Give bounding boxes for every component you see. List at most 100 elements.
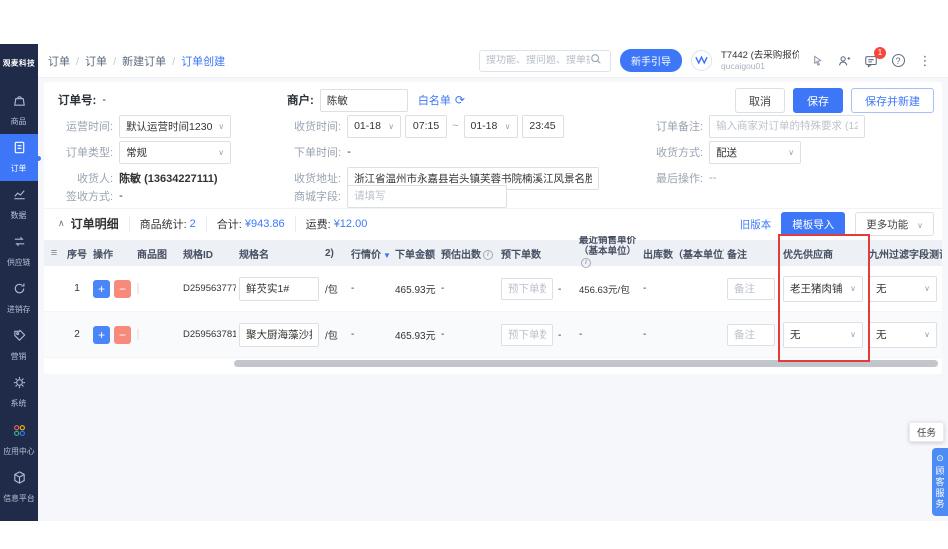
order-no-value: - bbox=[102, 94, 107, 106]
col-spec-name: 规格名 bbox=[239, 249, 269, 261]
order-time-field: 下单时间: - bbox=[294, 140, 351, 164]
delete-row-button[interactable]: − bbox=[114, 279, 131, 298]
task-widget[interactable]: 任务 bbox=[908, 422, 944, 442]
mall-field-input[interactable] bbox=[347, 184, 508, 208]
user-info[interactable]: T7442 (去采购报价单... qucaigou01 bbox=[721, 50, 799, 72]
product-image[interactable] bbox=[137, 283, 139, 294]
pointer-icon[interactable] bbox=[808, 52, 826, 70]
priority-supplier-select[interactable]: 老王猪肉铺 ∨ bbox=[783, 275, 863, 302]
jiuzhou-filter-select[interactable]: 无 ∨ bbox=[869, 275, 937, 302]
save-button[interactable]: 保存 bbox=[793, 88, 843, 113]
old-version-link[interactable]: 旧版本 bbox=[740, 217, 772, 232]
chevron-down-icon: ∨ bbox=[924, 284, 930, 293]
template-import-button[interactable]: 模板导入 bbox=[781, 212, 846, 236]
receive-time-end-input[interactable] bbox=[521, 114, 564, 138]
add-row-button[interactable]: + bbox=[93, 325, 110, 344]
last-operate-field: 最后操作: -- bbox=[656, 166, 716, 190]
chevron-down-icon: ∨ bbox=[850, 284, 856, 293]
cell-est-output: - bbox=[441, 329, 445, 340]
delete-row-button[interactable]: − bbox=[114, 325, 131, 344]
sidebar-item-info-platform[interactable]: 信息平台 bbox=[0, 464, 38, 511]
order-no-field: 订单号: - bbox=[58, 88, 106, 112]
global-search[interactable] bbox=[479, 49, 611, 72]
horizontal-scrollbar[interactable] bbox=[234, 360, 938, 367]
message-icon[interactable]: 1 bbox=[862, 46, 886, 70]
breadcrumb-item[interactable]: 新建订单 bbox=[122, 53, 181, 69]
spec-name-input[interactable] bbox=[239, 276, 319, 301]
more-menu-icon[interactable]: ⋮ bbox=[916, 52, 934, 70]
cancel-button[interactable]: 取消 bbox=[735, 88, 785, 113]
sidebar-bottom: 应用中心 信息平台 bbox=[0, 417, 38, 511]
remark-input[interactable] bbox=[727, 277, 775, 300]
order-remark-input[interactable] bbox=[709, 114, 866, 138]
receive-time-label: 收货时间: bbox=[294, 121, 342, 133]
customer-service-tab[interactable]: ⊙ 顾客服务 bbox=[932, 448, 948, 516]
detail-actions: 旧版本 模板导入 更多功能 ∨ bbox=[740, 212, 934, 236]
sidebar-item-orders[interactable]: 订单 bbox=[0, 134, 41, 181]
tag-icon bbox=[12, 328, 27, 348]
total-value: ¥943.86 bbox=[244, 217, 285, 230]
refresh-icon[interactable]: ⟳ bbox=[455, 93, 465, 107]
sidebar-item-goods[interactable]: 商品 bbox=[0, 87, 38, 134]
col-market-price[interactable]: 行情价 ▼ bbox=[348, 246, 392, 261]
sidebar-nav: 商品 订单 数据 供应链 进销存 营销 系统 bbox=[0, 87, 41, 416]
whitelist-link[interactable]: 白名单 bbox=[418, 92, 451, 108]
cell-unit: /包 bbox=[325, 285, 338, 296]
breadcrumb-item[interactable]: 订单 bbox=[85, 53, 122, 69]
cell-order-amount: 465.93元 bbox=[395, 285, 436, 296]
receive-date-start-select[interactable]: 01-18 ∨ bbox=[347, 114, 402, 138]
pre-order-input[interactable] bbox=[501, 323, 553, 346]
collapse-icon[interactable]: ∧ bbox=[58, 218, 65, 229]
contact-icon[interactable] bbox=[835, 52, 853, 70]
cell-seq: 2 bbox=[74, 329, 80, 340]
avatar[interactable] bbox=[691, 50, 712, 71]
sidebar-item-inventory[interactable]: 进销存 bbox=[0, 275, 38, 322]
column-settings-icon[interactable]: ≡ bbox=[44, 247, 64, 259]
receive-time-start-input[interactable] bbox=[405, 114, 448, 138]
col-order-amount: 下单金额 bbox=[395, 249, 435, 261]
priority-supplier-select[interactable]: 无 ∨ bbox=[783, 321, 863, 348]
help-icon[interactable]: ? bbox=[889, 52, 907, 70]
add-row-button[interactable]: + bbox=[93, 279, 110, 298]
sidebar-item-marketing[interactable]: 营销 bbox=[0, 322, 38, 369]
spec-name-input[interactable] bbox=[239, 322, 319, 347]
breadcrumb-item[interactable]: 订单 bbox=[48, 53, 85, 69]
main-content: 订单号: - 商户: 白名单 ⟳ 取消 保存 保存并新建 运营时间: 默认运营时… bbox=[38, 78, 948, 521]
stats-label: 商品统计: bbox=[139, 218, 187, 231]
remark-input[interactable] bbox=[727, 323, 775, 346]
cell-market-price: - bbox=[351, 283, 355, 294]
search-icon[interactable] bbox=[590, 52, 602, 70]
cell-recent-price: 456.63元/包 bbox=[579, 284, 630, 296]
more-functions-button[interactable]: 更多功能 ∨ bbox=[855, 212, 934, 236]
jiuzhou-filter-select[interactable]: 无 ∨ bbox=[869, 321, 937, 348]
product-image[interactable] bbox=[137, 329, 139, 340]
pre-order-input[interactable] bbox=[501, 277, 553, 300]
stats-value: 2 bbox=[189, 217, 196, 230]
merchant-field: 商户: 白名单 ⟳ bbox=[287, 88, 465, 112]
cell-out-qty: - bbox=[643, 283, 647, 294]
sidebar-item-app-center[interactable]: 应用中心 bbox=[0, 417, 38, 464]
chevron-down-icon: ∨ bbox=[388, 121, 395, 131]
sidebar-item-supply-chain[interactable]: 供应链 bbox=[0, 228, 38, 275]
receive-method-select[interactable]: 配送 ∨ bbox=[709, 140, 802, 164]
receive-date-end-select[interactable]: 01-18 ∨ bbox=[463, 114, 518, 138]
order-doc-icon bbox=[12, 140, 27, 160]
save-and-new-button[interactable]: 保存并新建 bbox=[851, 88, 934, 113]
sidebar-item-data[interactable]: 数据 bbox=[0, 181, 38, 228]
search-input[interactable] bbox=[486, 55, 590, 66]
operate-time-select[interactable]: 默认运营时间1230 ∨ bbox=[119, 114, 232, 138]
newbie-guide-button[interactable]: 新手引导 bbox=[620, 49, 682, 72]
chart-icon bbox=[12, 187, 27, 207]
col-image: 商品图 bbox=[137, 249, 167, 261]
col-unit: 2) bbox=[325, 247, 334, 259]
service-tab-label: 顾客服务 bbox=[934, 466, 945, 510]
info-icon[interactable]: i bbox=[581, 258, 591, 269]
sidebar-item-system[interactable]: 系统 bbox=[0, 369, 38, 416]
info-icon[interactable]: i bbox=[483, 249, 493, 260]
order-type-select[interactable]: 常规 ∨ bbox=[119, 140, 232, 164]
receive-time-field: 收货时间: 01-18 ∨ ~ 01-18 ∨ bbox=[294, 114, 564, 138]
merchant-input[interactable] bbox=[319, 88, 408, 112]
col-spec-id: 规格ID bbox=[183, 249, 213, 261]
sort-desc-icon[interactable]: ▼ bbox=[383, 251, 391, 260]
table-row: 1 +− D259563777 /包 - 465.93元 - - 456.63元… bbox=[44, 266, 942, 312]
